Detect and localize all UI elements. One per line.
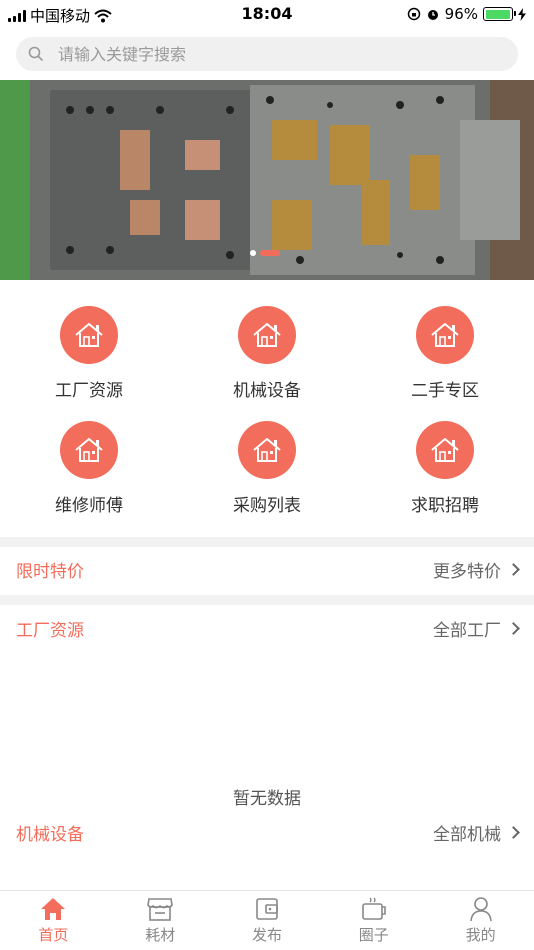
tab-label: 首页 bbox=[38, 926, 69, 944]
battery-percent: 96% bbox=[444, 5, 478, 23]
alarm-icon bbox=[427, 10, 438, 20]
section-divider bbox=[0, 537, 534, 547]
store-icon bbox=[145, 895, 175, 923]
search-bar[interactable] bbox=[16, 37, 518, 71]
wallet-icon bbox=[252, 895, 282, 923]
more-specials-label: 更多特价 bbox=[433, 561, 501, 582]
tab-label: 发布 bbox=[251, 926, 282, 944]
category-label: 采购列表 bbox=[233, 496, 301, 516]
category-jobs[interactable]: 求职招聘 bbox=[356, 421, 534, 516]
all-factories-link[interactable]: 全部工厂 bbox=[433, 616, 520, 641]
category-label: 工厂资源 bbox=[55, 381, 123, 401]
chevron-right-icon bbox=[507, 621, 520, 635]
category-factory-resources[interactable]: 工厂资源 bbox=[0, 306, 178, 401]
all-machines-link[interactable]: 全部机械 bbox=[433, 820, 520, 845]
tab-circle[interactable]: 圈子 bbox=[320, 891, 427, 950]
category-purchase-list[interactable]: 采购列表 bbox=[178, 421, 356, 516]
house-icon bbox=[416, 421, 474, 479]
carousel-dot[interactable] bbox=[250, 250, 256, 256]
all-factories-label: 全部工厂 bbox=[433, 620, 501, 641]
more-specials-link[interactable]: 更多特价 bbox=[433, 557, 520, 582]
carousel-dot-active[interactable] bbox=[260, 250, 280, 256]
coffee-cup-icon bbox=[359, 895, 389, 923]
tab-label: 我的 bbox=[465, 926, 496, 944]
house-icon bbox=[238, 421, 296, 479]
house-icon bbox=[238, 306, 296, 364]
category-repair-technician[interactable]: 维修师傅 bbox=[0, 421, 178, 516]
charging-icon bbox=[518, 7, 526, 21]
home-icon bbox=[38, 895, 68, 923]
empty-state-text: 暂无数据 bbox=[233, 789, 301, 809]
factories-title: 工厂资源 bbox=[16, 620, 84, 641]
battery-icon bbox=[483, 7, 516, 21]
search-icon bbox=[28, 46, 44, 62]
rotation-lock-icon bbox=[407, 7, 420, 21]
tab-consumables[interactable]: 耗材 bbox=[107, 891, 214, 950]
chevron-right-icon bbox=[507, 825, 520, 839]
status-bar: 中国移动 18:04 96% bbox=[0, 0, 534, 30]
section-divider bbox=[0, 595, 534, 605]
search-input[interactable] bbox=[58, 44, 478, 64]
status-right: 96% bbox=[407, 5, 526, 23]
user-icon bbox=[466, 895, 496, 923]
tab-home[interactable]: 首页 bbox=[0, 891, 107, 950]
house-icon bbox=[60, 306, 118, 364]
tab-bar: 首页 耗材 发布 圈子 我的 bbox=[0, 890, 534, 950]
category-second-hand[interactable]: 二手专区 bbox=[356, 306, 534, 401]
category-label: 求职招聘 bbox=[411, 496, 479, 516]
tab-mine[interactable]: 我的 bbox=[427, 891, 534, 950]
machines-title: 机械设备 bbox=[16, 824, 84, 845]
tab-publish[interactable]: 发布 bbox=[214, 891, 321, 950]
factories-header: 工厂资源 全部工厂 bbox=[0, 608, 534, 648]
carousel-indicator bbox=[250, 250, 280, 256]
tab-label: 圈子 bbox=[358, 926, 389, 944]
all-machines-label: 全部机械 bbox=[433, 824, 501, 845]
category-label: 机械设备 bbox=[233, 381, 301, 401]
tab-label: 耗材 bbox=[145, 926, 176, 944]
house-icon bbox=[60, 421, 118, 479]
category-label: 维修师傅 bbox=[55, 496, 123, 516]
category-label: 二手专区 bbox=[411, 381, 479, 401]
specials-title: 限时特价 bbox=[16, 561, 84, 582]
chevron-right-icon bbox=[507, 562, 520, 576]
category-machinery[interactable]: 机械设备 bbox=[178, 306, 356, 401]
machines-header: 机械设备 全部机械 bbox=[0, 812, 534, 852]
banner-carousel[interactable] bbox=[0, 80, 534, 280]
house-icon bbox=[416, 306, 474, 364]
specials-header: 限时特价 更多特价 bbox=[0, 549, 534, 589]
